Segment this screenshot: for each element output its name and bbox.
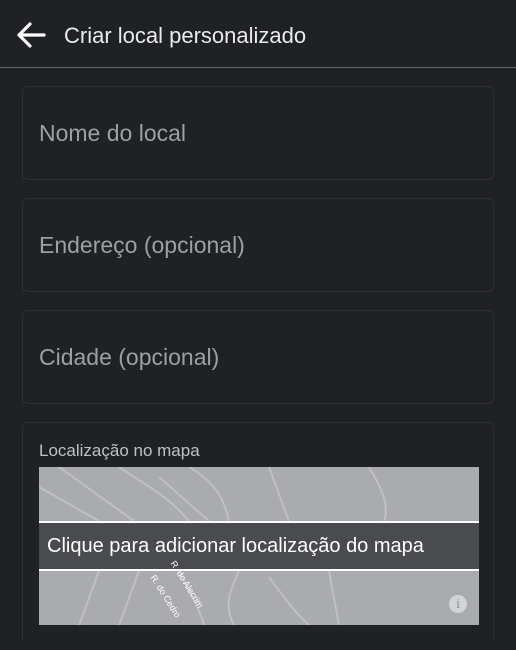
map-preview[interactable]: Clique para adicionar localização do map… — [39, 467, 479, 625]
map-location-section: Localização no mapa Clique para adiciona… — [22, 422, 494, 640]
city-field — [22, 310, 494, 404]
create-custom-place-screen: Criar local personalizado Localização no… — [0, 0, 516, 650]
place-name-field — [22, 86, 494, 180]
top-app-bar: Criar local personalizado — [0, 0, 516, 68]
map-location-label: Localização no mapa — [39, 441, 200, 460]
back-button[interactable] — [12, 16, 50, 54]
page-title: Criar local personalizado — [64, 23, 307, 48]
address-field — [22, 198, 494, 292]
place-name-input[interactable] — [39, 87, 479, 179]
city-input[interactable] — [39, 311, 479, 403]
add-location-cta[interactable]: Clique para adicionar localização do map… — [39, 521, 479, 571]
arrow-left-icon — [17, 22, 46, 48]
address-input[interactable] — [39, 199, 479, 291]
info-icon[interactable]: i — [449, 595, 467, 613]
